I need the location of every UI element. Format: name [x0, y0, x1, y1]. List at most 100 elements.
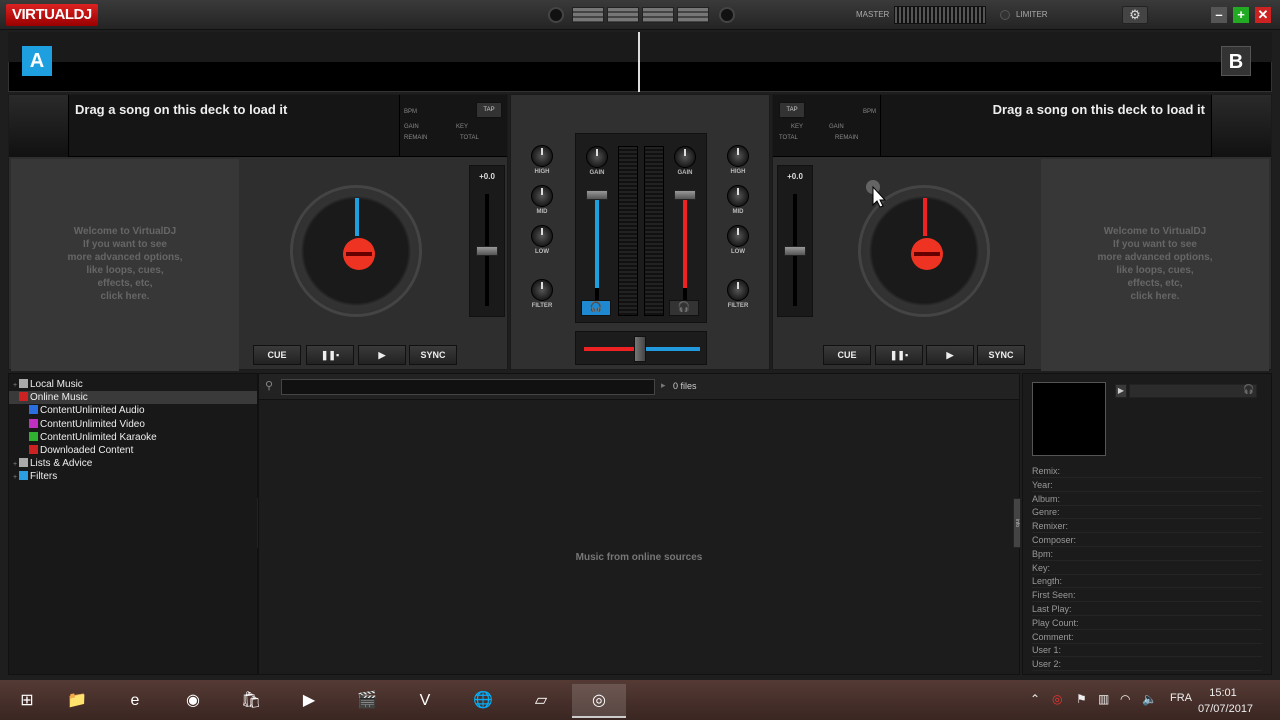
layout-slot-3[interactable] — [642, 7, 674, 23]
folder-tree-item[interactable]: Downloaded Content — [9, 444, 257, 457]
headphone-cue-a-icon[interactable]: 🎧 — [581, 300, 611, 316]
clock-time[interactable]: 15:01 — [1198, 687, 1248, 699]
deck-b-tap-button[interactable]: TAP — [779, 102, 805, 118]
file-explorer-icon[interactable]: 📁 — [50, 684, 104, 718]
deck-b-indicator[interactable]: B — [1221, 46, 1251, 76]
media-player-icon[interactable]: ▶ — [282, 684, 336, 718]
folder-tree-item[interactable]: ContentUnlimited Video — [9, 418, 257, 431]
deck-a-indicator[interactable]: A — [22, 46, 52, 76]
layout-right-knob[interactable] — [719, 7, 735, 23]
deck-a-pitch-slider[interactable] — [476, 246, 498, 256]
layout-slot-1[interactable] — [572, 7, 604, 23]
search-options-icon[interactable]: ▸ — [661, 380, 666, 391]
crossfader-side-b — [646, 347, 700, 351]
tree-expander-icon[interactable]: + — [11, 379, 19, 392]
close-button[interactable]: ✕ — [1255, 7, 1271, 23]
limiter-toggle[interactable] — [1000, 10, 1010, 20]
preview-progress[interactable] — [1129, 384, 1257, 398]
store-icon[interactable]: 🛍 — [224, 684, 278, 718]
info-field: Composer: — [1032, 534, 1262, 547]
deck-a-info-panel[interactable]: Drag a song on this deck to load it BPM … — [9, 95, 507, 157]
volume-fader-b[interactable] — [674, 190, 696, 200]
folder-tree-item[interactable]: + Local Music — [9, 378, 257, 391]
volume-fader-a[interactable] — [586, 190, 608, 200]
search-input[interactable] — [281, 379, 655, 395]
folder-tree-item[interactable]: ContentUnlimited Karaoke — [9, 431, 257, 444]
tray-expand-icon[interactable]: ⌃ — [1030, 692, 1040, 706]
waveform-overview[interactable] — [8, 32, 1272, 62]
gain-knob-b[interactable] — [674, 146, 696, 168]
folder-label: ContentUnlimited Video — [40, 418, 145, 430]
movie-maker-icon[interactable]: 🎬 — [340, 684, 394, 718]
notes-app-icon[interactable]: ▱ — [514, 684, 568, 718]
gain-knob-a[interactable] — [586, 146, 608, 168]
deck-b-cue-button[interactable]: CUE — [823, 345, 871, 365]
tree-expander-icon[interactable]: + — [11, 471, 19, 484]
deck-a-gain-label: GAIN — [404, 124, 419, 130]
virtualdj-task-icon[interactable]: ◎ — [572, 684, 626, 718]
chrome-icon[interactable]: ◉ — [166, 684, 220, 718]
info-tab[interactable]: info — [1013, 498, 1021, 548]
windows-start-icon[interactable]: ⊞ — [0, 684, 54, 718]
deck-b-info-panel[interactable]: TAP BPM KEY GAIN TOTAL REMAIN Drag a son… — [773, 95, 1271, 157]
info-field: Length: — [1032, 575, 1262, 589]
crossfader-panel — [575, 331, 707, 365]
minimize-button[interactable]: – — [1211, 7, 1227, 23]
folder-tree-item[interactable]: Online Music — [9, 391, 257, 405]
gain-label-a: GAIN — [589, 170, 605, 176]
maximize-button[interactable]: + — [1233, 7, 1249, 23]
folder-tree-item[interactable]: + Lists & Advice — [9, 457, 257, 470]
eq-low-knob-a[interactable] — [531, 225, 553, 247]
layout-slot-4[interactable] — [677, 7, 709, 23]
deck-b: TAP BPM KEY GAIN TOTAL REMAIN Drag a son… — [772, 94, 1272, 371]
folder-tree-item[interactable]: + Filters — [9, 470, 257, 483]
preview-headphones-icon[interactable]: 🎧 — [1243, 384, 1254, 395]
folder-tree-item[interactable]: ContentUnlimited Audio — [9, 404, 257, 417]
deck-a-jog-center-mark — [346, 252, 372, 256]
tray-language[interactable]: FRA — [1170, 692, 1192, 704]
eq-high-knob-a[interactable] — [531, 145, 553, 167]
deck-a-sync-button[interactable]: SYNC — [409, 345, 457, 365]
deck-b-pitch-slider[interactable] — [784, 246, 806, 256]
tray-flag-icon[interactable]: ⚑ — [1076, 692, 1087, 706]
tree-expander-icon[interactable]: + — [11, 458, 19, 471]
deck-b-welcome-panel[interactable]: Welcome to VirtualDJ If you want to see … — [1041, 159, 1269, 371]
deck-a-cue-button[interactable]: CUE — [253, 345, 301, 365]
eq-high-knob-b[interactable] — [727, 145, 749, 167]
deck-a-welcome-panel[interactable]: Welcome to VirtualDJ If you want to see … — [11, 159, 239, 371]
deck-b-pause-button[interactable]: ❚❚▪ — [875, 345, 923, 365]
tray-volume-icon[interactable]: 🔈 — [1142, 692, 1157, 706]
preview-play-icon[interactable]: ▶ — [1115, 384, 1127, 398]
deck-b-pitch-value: +0.0 — [787, 172, 803, 181]
deck-a: Drag a song on this deck to load it BPM … — [8, 94, 508, 371]
tray-network-icon[interactable]: ▥ — [1098, 692, 1109, 706]
clock-date[interactable]: 07/07/2017 — [1198, 703, 1253, 715]
layout-slot-2[interactable] — [607, 7, 639, 23]
layout-left-knob[interactable] — [548, 7, 564, 23]
eq-mid-knob-b[interactable] — [727, 185, 749, 207]
welcome-line: click here. — [100, 291, 150, 302]
network-app-icon[interactable]: 🌐 — [456, 684, 510, 718]
deck-a-pause-button[interactable]: ❚❚▪ — [306, 345, 354, 365]
filter-knob-b[interactable] — [727, 279, 749, 301]
vectorize-icon[interactable]: V — [398, 684, 452, 718]
deck-a-jog-wheel[interactable] — [290, 185, 422, 317]
tray-wifi-icon[interactable]: ◠ — [1120, 692, 1130, 706]
deck-a-tap-button[interactable]: TAP — [476, 102, 502, 118]
deck-a-welcome-text[interactable]: Welcome to VirtualDJ If you want to see … — [11, 225, 239, 303]
info-field: Key: — [1032, 562, 1262, 575]
deck-a-pitch-value: +0.0 — [479, 172, 495, 181]
deck-a-play-button[interactable]: ▶ — [358, 345, 406, 365]
deck-a-key-label: KEY — [456, 124, 469, 130]
deck-b-sync-button[interactable]: SYNC — [977, 345, 1025, 365]
crossfader[interactable] — [634, 336, 646, 362]
headphone-cue-b-icon[interactable]: 🎧 — [669, 300, 699, 316]
eq-low-knob-b[interactable] — [727, 225, 749, 247]
deck-b-play-button[interactable]: ▶ — [926, 345, 974, 365]
internet-explorer-icon[interactable]: e — [108, 684, 162, 718]
settings-gear-icon[interactable]: ⚙ — [1122, 6, 1148, 24]
eq-mid-knob-a[interactable] — [531, 185, 553, 207]
filter-knob-a[interactable] — [531, 279, 553, 301]
deck-b-welcome-text[interactable]: Welcome to VirtualDJ If you want to see … — [1041, 225, 1269, 303]
tray-virtualdj-icon[interactable]: ◎ — [1052, 692, 1062, 706]
